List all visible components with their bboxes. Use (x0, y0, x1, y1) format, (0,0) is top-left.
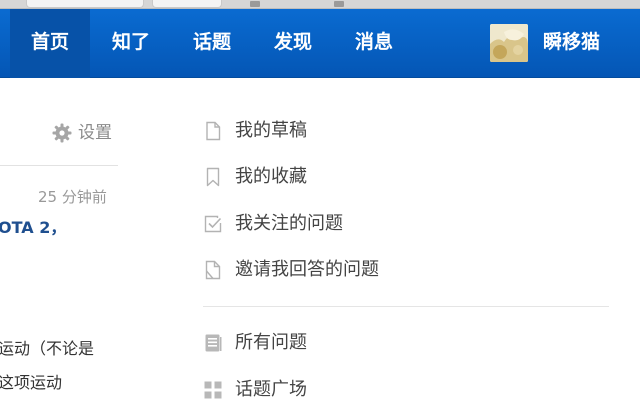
menu-item-label: 我关注的问题 (235, 213, 343, 234)
feed-item-title[interactable]: OTA 2， (0, 214, 66, 238)
bookmark-icon (206, 167, 220, 187)
invite-document-icon (205, 260, 221, 280)
browser-toolbar-strip (0, 0, 640, 9)
menu-item-label: 我的收藏 (235, 166, 307, 187)
settings-label: 设置 (78, 123, 112, 143)
grid-icon (204, 381, 222, 399)
nav-item-zhile[interactable]: 知了 (92, 9, 170, 78)
menu-item-label: 我的草稿 (235, 120, 307, 141)
username[interactable]: 瞬移猫 (543, 9, 600, 78)
nav-item-topics[interactable]: 话题 (172, 9, 252, 78)
feed-item-text: 这项运动 (0, 373, 63, 392)
browser-toolbar-icon[interactable] (250, 1, 260, 7)
settings-link[interactable]: 设置 (52, 122, 112, 144)
document-icon (206, 121, 221, 141)
nav-item-home[interactable]: 首页 (10, 9, 90, 78)
browser-search-field[interactable] (152, 0, 222, 8)
gear-icon (52, 123, 72, 143)
browser-address-field[interactable] (26, 0, 144, 8)
list-document-icon (205, 334, 222, 352)
nav-item-messages[interactable]: 消息 (334, 9, 414, 78)
menu-item-label: 邀请我回答的问题 (235, 259, 379, 280)
top-navigation-bar: 首页 知了 话题 发现 消息 瞬移猫 (0, 9, 640, 78)
user-avatar-image (490, 24, 528, 62)
divider (0, 165, 118, 166)
checkbox-icon (204, 215, 222, 233)
feed-item-text: 运动（不论是 (0, 339, 95, 358)
menu-item-label: 所有问题 (235, 332, 307, 353)
avatar[interactable] (490, 24, 528, 62)
browser-toolbar-icon[interactable] (334, 1, 344, 7)
nav-item-discover[interactable]: 发现 (253, 9, 333, 78)
divider (203, 306, 609, 307)
feed-timestamp: 25 分钟前 (38, 188, 107, 206)
menu-item-label: 话题广场 (235, 379, 307, 400)
